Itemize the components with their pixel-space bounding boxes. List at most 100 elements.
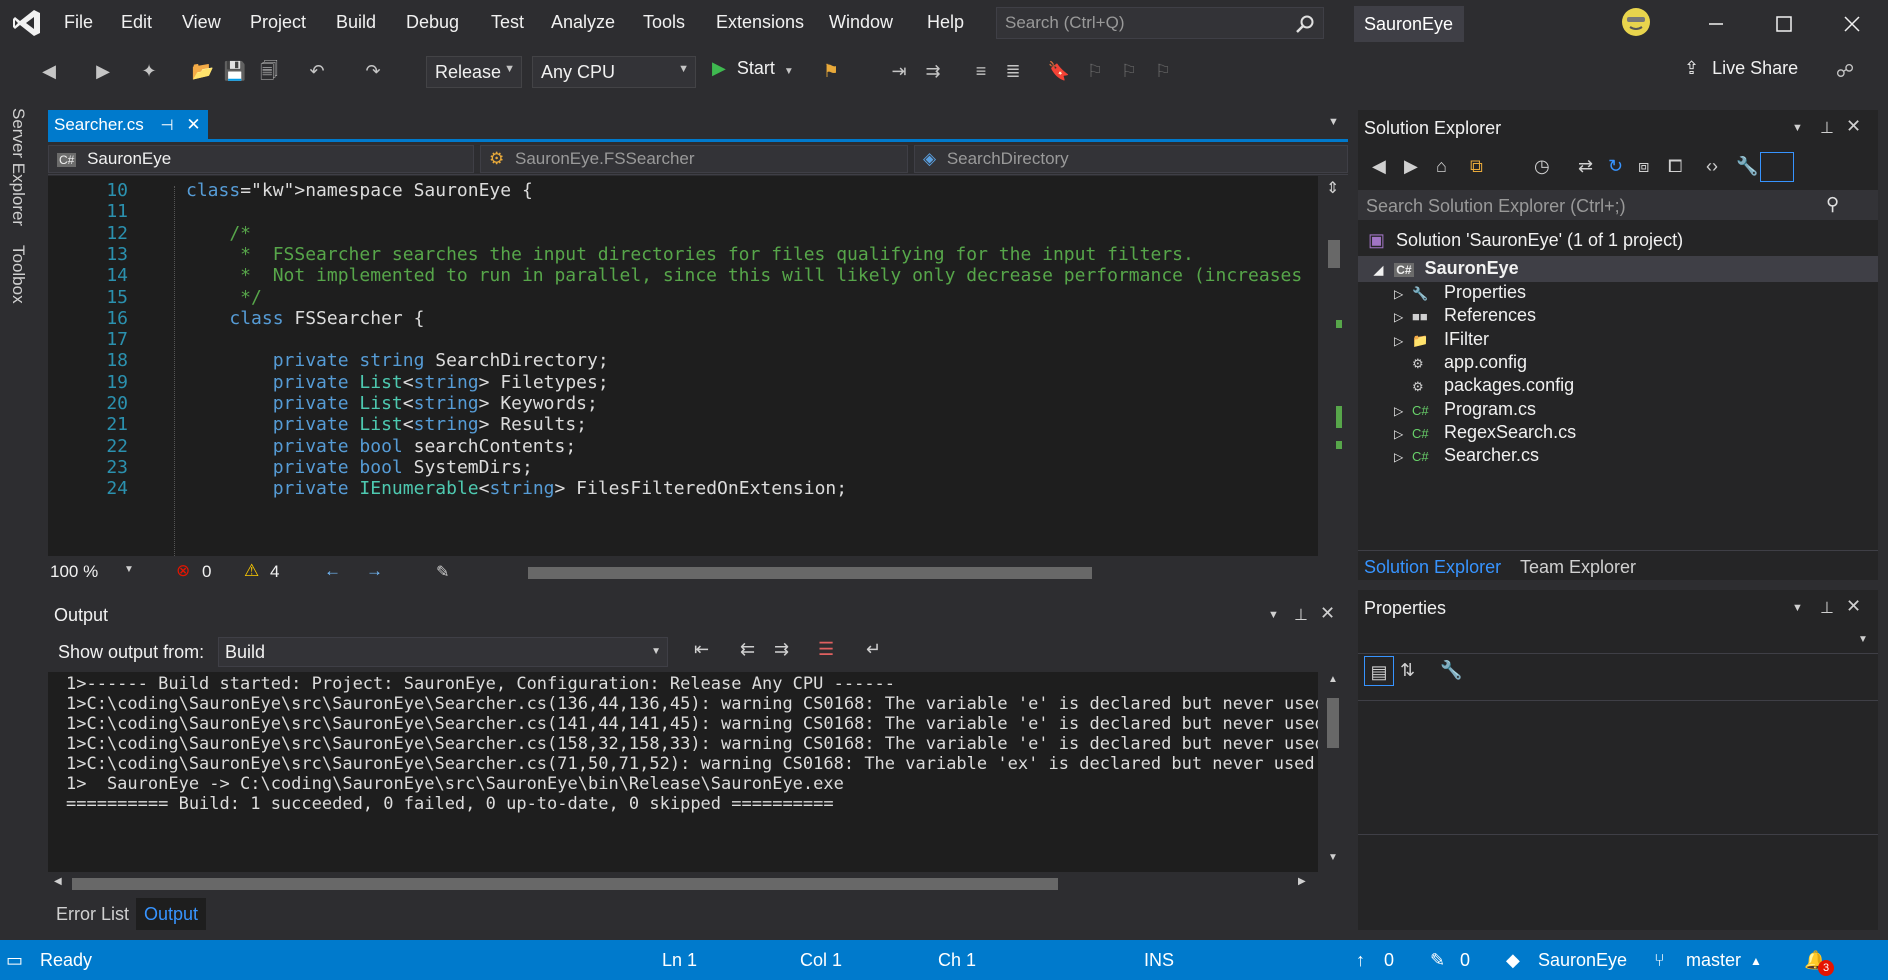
expand-arrow-icon[interactable]: ▷ (1394, 404, 1412, 418)
brush-icon[interactable]: ✎ (436, 562, 449, 582)
pin-icon[interactable]: ⊥ (1820, 598, 1834, 618)
undo-icon[interactable]: ↶ (304, 58, 330, 84)
split-icon[interactable]: ⇕ (1326, 178, 1339, 198)
branch-name[interactable]: master (1686, 950, 1741, 971)
close-icon[interactable] (1840, 12, 1864, 36)
prev-message-icon[interactable]: ⇇ (740, 639, 755, 660)
categorized-icon[interactable]: ▤ (1364, 656, 1394, 686)
output-text[interactable]: 1>------ Build started: Project: SauronE… (48, 672, 1318, 872)
expand-arrow-icon[interactable]: ▷ (1394, 450, 1412, 464)
push-up-icon[interactable]: ↑ (1356, 950, 1365, 971)
pending-changes-icon[interactable]: ◷ (1534, 156, 1550, 177)
visual-studio-logo-icon[interactable] (12, 8, 42, 38)
maximize-icon[interactable] (1772, 12, 1796, 36)
property-pages-icon[interactable]: 🔧 (1440, 660, 1462, 681)
find-in-files-icon[interactable]: ⚑ (818, 58, 844, 84)
prev-bookmark-icon[interactable]: ⚐ (1082, 58, 1108, 84)
sync-icon[interactable]: ⇄ (1578, 156, 1593, 177)
save-all-icon[interactable]: 🗐 (256, 58, 282, 84)
branch-icon[interactable]: ⑂ (1654, 950, 1665, 971)
output-source-dropdown[interactable]: Build ▼ (218, 637, 668, 667)
outdent-icon[interactable]: ≣ (1000, 58, 1026, 84)
output-hscrollbar[interactable]: ◀ ▶ (48, 872, 1318, 896)
next-issue-icon[interactable]: → (366, 561, 383, 581)
tree-item[interactable]: ▷ 🔧 Properties (1394, 282, 1526, 303)
menu-view[interactable]: View (182, 12, 221, 33)
pin-icon[interactable]: ⊥ (1820, 118, 1834, 138)
code-line[interactable]: 24 private IEnumerable<string> FilesFilt… (48, 478, 1318, 503)
panel-menu-icon[interactable]: ▼ (1268, 609, 1279, 621)
back-icon[interactable]: ◀ (1372, 156, 1386, 177)
tree-item[interactable]: ▷ C# RegexSearch.cs (1394, 422, 1576, 443)
close-icon[interactable]: ✕ (1320, 603, 1335, 624)
expand-arrow-icon[interactable]: ▷ (1394, 427, 1412, 441)
project-dropdown[interactable]: C# SauronEye (48, 145, 474, 173)
scroll-left-icon[interactable]: ◀ (54, 876, 62, 887)
warning-count[interactable]: 4 (270, 562, 279, 582)
menu-test[interactable]: Test (491, 12, 524, 33)
refresh-icon[interactable]: ↻ (1608, 156, 1623, 177)
tab-error-list[interactable]: Error List (56, 904, 129, 925)
collapse-all-icon[interactable]: ⧈ (1638, 156, 1649, 177)
close-icon[interactable]: ✕ (1846, 596, 1861, 617)
zoom-level[interactable]: 100 % (50, 562, 98, 582)
scroll-right-icon[interactable]: ▶ (1298, 876, 1306, 887)
save-icon[interactable]: 💾 (222, 58, 248, 84)
menu-window[interactable]: Window (829, 12, 893, 33)
redo-icon[interactable]: ↷ (360, 58, 386, 84)
tab-toolbox[interactable]: Toolbox (8, 245, 28, 304)
menu-edit[interactable]: Edit (121, 12, 152, 33)
tree-item[interactable]: ▷ 📁 IFilter (1394, 329, 1489, 350)
live-share-button[interactable]: ⇪ Live Share (1684, 58, 1804, 86)
menu-extensions[interactable]: Extensions (716, 12, 804, 33)
forward-icon[interactable]: ▶ (90, 58, 116, 84)
close-icon[interactable]: ✕ (1846, 116, 1861, 137)
tab-server-explorer[interactable]: Server Explorer (8, 108, 28, 226)
next-message-icon[interactable]: ⇉ (774, 639, 789, 660)
menu-project[interactable]: Project (250, 12, 306, 33)
status-insert-mode[interactable]: INS (1144, 950, 1174, 971)
tree-item[interactable]: ▷ C# Program.cs (1394, 399, 1536, 420)
chevron-up-icon[interactable]: ▲ (1750, 954, 1762, 968)
menu-analyze[interactable]: Analyze (551, 12, 615, 33)
expand-arrow-icon[interactable]: ▷ (1394, 310, 1412, 324)
search-input[interactable]: Search (Ctrl+Q) (996, 7, 1324, 39)
start-button[interactable]: ▶ Start ▼ (712, 58, 802, 86)
chevron-down-icon[interactable]: ▼ (124, 564, 134, 575)
word-wrap-icon[interactable]: ↵ (866, 639, 881, 660)
menu-tools[interactable]: Tools (643, 12, 685, 33)
forward-icon[interactable]: ▶ (1404, 156, 1418, 177)
close-tab-icon[interactable]: ✕ (186, 115, 200, 134)
scroll-up-icon[interactable]: ▲ (1328, 674, 1338, 685)
prev-issue-icon[interactable]: ← (324, 561, 341, 581)
tab-solution-explorer[interactable]: Solution Explorer (1364, 557, 1501, 578)
scroll-thumb[interactable] (1327, 698, 1339, 748)
step-into-icon[interactable]: ⇥ (886, 58, 912, 84)
expand-arrow-icon[interactable]: ▷ (1394, 334, 1412, 348)
tab-output[interactable]: Output (136, 898, 207, 930)
new-project-icon[interactable]: ✦ (136, 58, 162, 84)
scroll-down-icon[interactable]: ▼ (1328, 852, 1338, 863)
tree-item[interactable]: ⚙ app.config (1394, 352, 1527, 373)
menu-build[interactable]: Build (336, 12, 376, 33)
panel-menu-icon[interactable]: ▼ (1792, 602, 1803, 614)
pin-icon[interactable]: ⊣ (161, 117, 174, 134)
clear-all-icon[interactable]: ☰ (818, 639, 834, 660)
unpushed-count[interactable]: 0 (1384, 950, 1394, 971)
tab-team-explorer[interactable]: Team Explorer (1520, 557, 1636, 578)
pending-changes-count[interactable]: 0 (1460, 950, 1470, 971)
switch-views-icon[interactable]: ⧉ (1470, 156, 1483, 177)
view-code-icon[interactable]: ‹› (1706, 156, 1718, 177)
output-scrollbar[interactable]: ▲ ▼ (1318, 672, 1348, 872)
menu-file[interactable]: File (64, 12, 93, 33)
tree-item[interactable]: ▷ C# Searcher.cs (1394, 445, 1539, 466)
alphabetical-icon[interactable]: ⇅ (1400, 660, 1415, 681)
feedback-icon[interactable]: ☍ (1832, 58, 1858, 84)
repository-icon[interactable]: ◆ (1506, 950, 1520, 971)
member-dropdown[interactable]: ◈ SearchDirectory (914, 145, 1348, 173)
clear-bookmarks-icon[interactable]: ⚐ (1150, 58, 1176, 84)
class-dropdown[interactable]: ⚙ SauronEye.FSSearcher (480, 145, 908, 173)
panel-menu-icon[interactable]: ▼ (1792, 122, 1803, 134)
menu-debug[interactable]: Debug (406, 12, 459, 33)
step-over-icon[interactable]: ⇉ (920, 58, 946, 84)
